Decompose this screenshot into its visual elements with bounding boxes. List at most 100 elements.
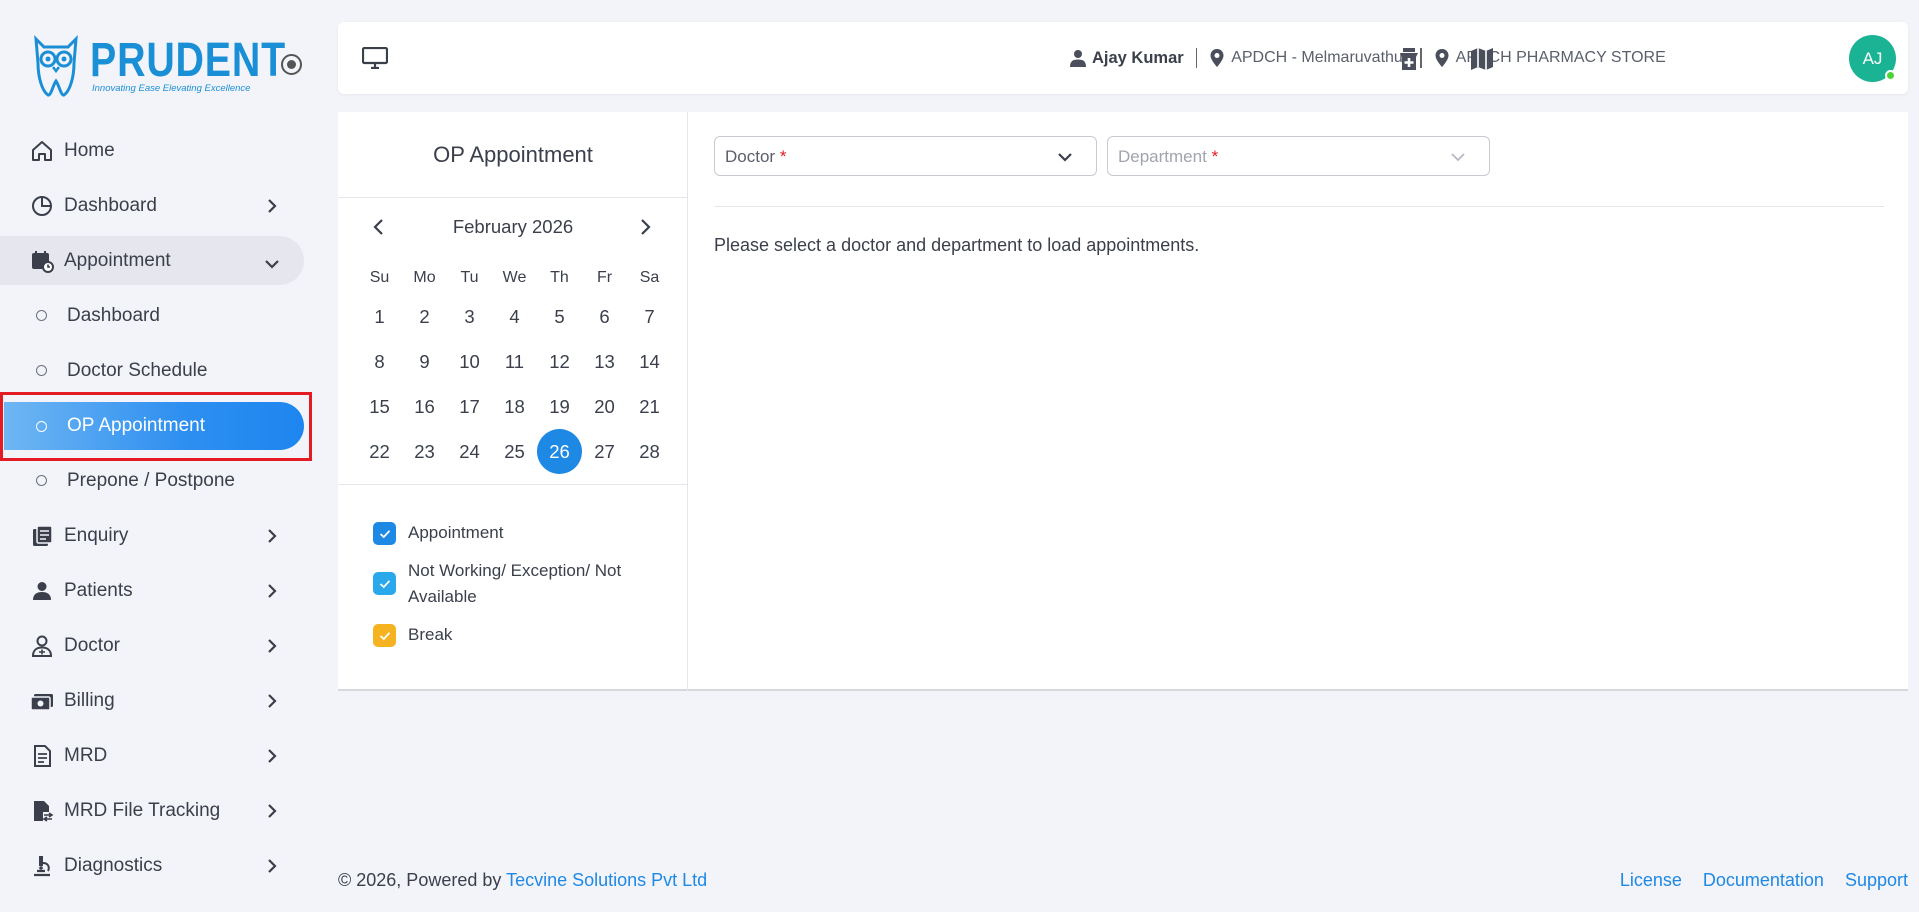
calendar-day[interactable]: 9 bbox=[402, 339, 447, 384]
sidebar-subitem-label: Dashboard bbox=[67, 304, 160, 326]
page-title: OP Appointment bbox=[338, 112, 688, 198]
divider bbox=[1195, 48, 1198, 68]
document-icon bbox=[30, 744, 54, 768]
sidebar-subitem-label: Prepone / Postpone bbox=[67, 469, 235, 491]
calendar-day[interactable]: 18 bbox=[492, 384, 537, 429]
chevron-right-icon bbox=[268, 529, 277, 543]
sidebar-item-home[interactable]: Home bbox=[0, 123, 320, 178]
calendar-week: 1 2 3 4 5 6 7 bbox=[357, 294, 672, 339]
sidebar-subitem-label: Doctor Schedule bbox=[67, 359, 208, 381]
calendar-day[interactable]: 25 bbox=[492, 429, 537, 474]
sidebar-item-label: Dashboard bbox=[64, 194, 157, 216]
online-status-dot bbox=[1885, 70, 1896, 81]
calendar-day[interactable]: 21 bbox=[627, 384, 672, 429]
owl-tooth-logo-icon bbox=[34, 35, 78, 97]
calendar-day[interactable]: 12 bbox=[537, 339, 582, 384]
sidebar-item-label: Enquiry bbox=[64, 524, 129, 546]
calendar-day[interactable]: 11 bbox=[492, 339, 537, 384]
sidebar-nav: Home Dashboard Appointment Dashboard Doc… bbox=[0, 123, 320, 893]
calendar-day[interactable]: 7 bbox=[627, 294, 672, 339]
calendar-day[interactable]: 2 bbox=[402, 294, 447, 339]
user-name[interactable]: Ajay Kumar bbox=[1092, 49, 1184, 68]
sidebar-pin-toggle[interactable] bbox=[281, 54, 302, 75]
sidebar-item-enquiry[interactable]: Enquiry bbox=[0, 508, 320, 563]
department-select-label: Department * bbox=[1118, 147, 1219, 166]
doctor-select[interactable]: Doctor * bbox=[714, 136, 1097, 176]
chevron-down-icon bbox=[1451, 153, 1465, 162]
license-link[interactable]: License bbox=[1620, 870, 1682, 891]
avatar-initials: AJ bbox=[1862, 48, 1883, 68]
calendar-day[interactable]: 6 bbox=[582, 294, 627, 339]
location-pin-icon bbox=[1210, 49, 1224, 67]
weekday-label: Fr bbox=[596, 269, 613, 286]
sidebar-item-dashboard[interactable]: Dashboard bbox=[0, 178, 320, 233]
calendar-day[interactable]: 23 bbox=[402, 429, 447, 474]
company-link[interactable]: Tecvine Solutions Pvt Ltd bbox=[506, 870, 707, 890]
department-select[interactable]: Department * bbox=[1107, 136, 1490, 176]
sidebar-item-patients[interactable]: Patients bbox=[0, 563, 320, 618]
calendar-grid: Su Mo Tu We Th Fr Sa 1 2 3 4 5 6 7 8 9 1… bbox=[357, 262, 672, 474]
legend-item-break[interactable]: Break bbox=[373, 622, 673, 648]
legend-label: Appointment bbox=[408, 523, 504, 542]
documentation-link[interactable]: Documentation bbox=[1703, 870, 1824, 891]
calendar-day[interactable]: 1 bbox=[357, 294, 402, 339]
calendar-day[interactable]: 16 bbox=[402, 384, 447, 429]
sidebar-item-mrd[interactable]: MRD bbox=[0, 728, 320, 783]
calendar-day[interactable]: 20 bbox=[582, 384, 627, 429]
calendar-day[interactable]: 5 bbox=[537, 294, 582, 339]
sidebar-item-billing[interactable]: Billing bbox=[0, 673, 320, 728]
sidebar-subitem-appointment-dashboard[interactable]: Dashboard bbox=[0, 288, 320, 343]
calendar-day[interactable]: 13 bbox=[582, 339, 627, 384]
sidebar-item-mrd-file-tracking[interactable]: MRD File Tracking bbox=[0, 783, 320, 838]
monitor-icon[interactable] bbox=[362, 47, 388, 69]
footer-copyright: © 2026, Powered by Tecvine Solutions Pvt… bbox=[338, 870, 707, 891]
enquiry-icon bbox=[30, 524, 54, 548]
microscope-icon bbox=[30, 854, 54, 878]
calendar-day[interactable]: 28 bbox=[627, 429, 672, 474]
pharmacy-icon[interactable] bbox=[1395, 45, 1423, 73]
calendar-day[interactable]: 22 bbox=[357, 429, 402, 474]
checkbox-checked-icon[interactable] bbox=[373, 572, 396, 595]
sidebar-subitem-prepone-postpone[interactable]: Prepone / Postpone bbox=[0, 453, 320, 508]
location-name[interactable]: APDCH - Melmaruvathur bbox=[1231, 49, 1408, 67]
calendar-day[interactable]: 14 bbox=[627, 339, 672, 384]
calendar-day[interactable]: 27 bbox=[582, 429, 627, 474]
calendar-day[interactable]: 3 bbox=[447, 294, 492, 339]
sidebar-item-label: Home bbox=[64, 139, 115, 161]
calendar-day[interactable]: 15 bbox=[357, 384, 402, 429]
calendar-day[interactable]: 17 bbox=[447, 384, 492, 429]
chevron-right-icon[interactable] bbox=[636, 218, 654, 236]
weekday-label: Th bbox=[550, 269, 569, 286]
weekday-label: Su bbox=[369, 269, 390, 286]
checkbox-checked-icon[interactable] bbox=[373, 522, 396, 545]
legend-item-appointment[interactable]: Appointment bbox=[373, 520, 673, 546]
calendar-day[interactable]: 10 bbox=[447, 339, 492, 384]
support-link[interactable]: Support bbox=[1845, 870, 1908, 891]
weekday-label: Mo bbox=[413, 269, 436, 286]
circle-icon bbox=[36, 365, 47, 376]
calendar-day[interactable]: 19 bbox=[537, 384, 582, 429]
chevron-down-icon bbox=[1058, 153, 1072, 162]
location-pin-icon bbox=[1435, 49, 1449, 67]
doctor-icon bbox=[30, 634, 54, 658]
calendar-day[interactable]: 4 bbox=[492, 294, 537, 339]
checkbox-checked-icon[interactable] bbox=[373, 624, 396, 647]
sidebar-item-diagnostics[interactable]: Diagnostics bbox=[0, 838, 320, 893]
calendar-day[interactable]: 8 bbox=[357, 339, 402, 384]
logo[interactable]: PRUDENT Innovating Ease Elevating Excell… bbox=[30, 33, 320, 103]
legend-item-not-available[interactable]: Not Working/ Exception/ Not Available bbox=[373, 558, 673, 610]
sidebar-item-appointment[interactable]: Appointment bbox=[0, 236, 304, 285]
empty-state-message: Please select a doctor and department to… bbox=[714, 235, 1200, 255]
sidebar-subitem-doctor-schedule[interactable]: Doctor Schedule bbox=[0, 343, 320, 398]
op-appointment-card: OP Appointment February 2026 Su Mo Tu We… bbox=[338, 112, 1908, 691]
user-avatar[interactable]: AJ bbox=[1849, 35, 1896, 82]
sidebar-subitem-op-appointment[interactable]: OP Appointment bbox=[4, 402, 304, 450]
brand-name: PRUDENT bbox=[90, 34, 286, 87]
map-icon[interactable] bbox=[1468, 45, 1496, 73]
calendar-day-selected[interactable]: 26 bbox=[537, 429, 582, 474]
top-header: Ajay Kumar APDCH - Melmaruvathur APDCH P… bbox=[338, 22, 1908, 94]
calendar-week: 8 9 10 11 12 13 14 bbox=[357, 339, 672, 384]
calendar-panel: OP Appointment February 2026 Su Mo Tu We… bbox=[338, 112, 688, 691]
calendar-day[interactable]: 24 bbox=[447, 429, 492, 474]
sidebar-item-doctor[interactable]: Doctor bbox=[0, 618, 320, 673]
